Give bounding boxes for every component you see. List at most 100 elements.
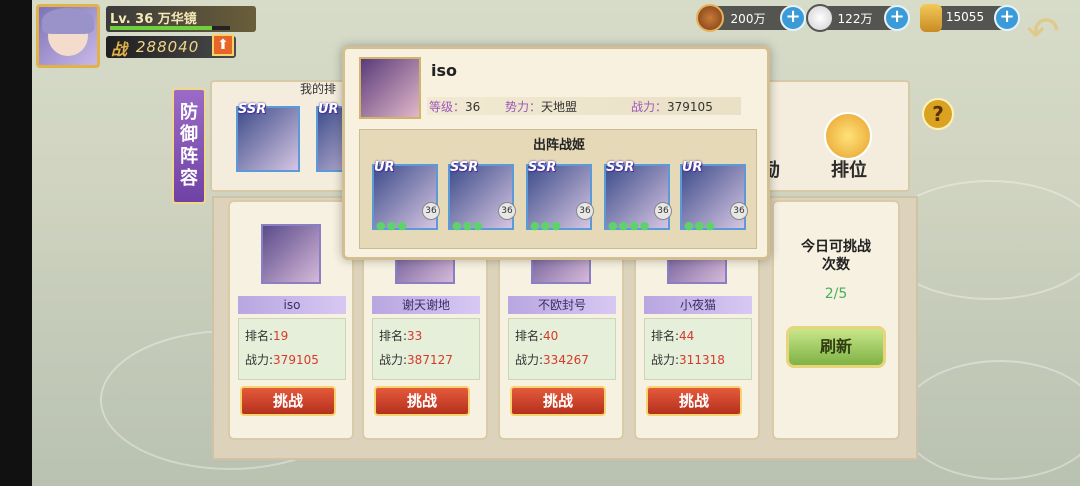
opponent-name: iso — [238, 296, 346, 314]
hero-level: 36 — [498, 202, 516, 220]
coin-icon — [696, 4, 724, 32]
currency-coin: 200万 + — [696, 4, 806, 32]
scroll-icon — [920, 4, 942, 32]
opponent-portrait[interactable] — [261, 224, 321, 284]
defense-lineup-char: 御 — [180, 124, 198, 145]
add-rice-button[interactable]: + — [884, 5, 910, 31]
currency-value: 15055 — [945, 10, 985, 24]
hero-card[interactable]: SSR 36 ●●●● — [604, 160, 672, 232]
power-row: 战力:379105 — [245, 351, 319, 368]
left-black-bar — [0, 0, 32, 486]
deployed-heroes-section: 出阵战姬 UR 36 ●●● SSR 36 ●●● SSR 36 ●●● SSR… — [359, 129, 757, 249]
popup-avatar — [359, 57, 421, 119]
opponent-card[interactable]: iso 排名:19 战力:379105 挑战 — [228, 200, 354, 440]
challenge-count: 2/5 — [824, 286, 848, 302]
power-row: 战力:334267 — [515, 351, 589, 368]
rarity-badge: SSR — [238, 102, 267, 117]
rank-label: 排名: — [515, 329, 544, 343]
challenge-button[interactable]: 挑战 — [510, 386, 606, 416]
hero-card[interactable]: UR 36 ●●● — [372, 160, 440, 232]
rank-row: 排名:19 — [245, 327, 288, 344]
power-up-arrow-icon[interactable]: ⬆ — [212, 34, 234, 56]
game-screen: Lv. 36 万华镜 战 288040 ⬆ 200万 + 122万 + 1505… — [0, 0, 1080, 486]
rarity-badge: SSR — [528, 160, 557, 175]
refresh-button[interactable]: 刷新 — [786, 326, 886, 368]
lineup-hero[interactable]: SSR — [236, 102, 300, 172]
opponent-name: 谢天谢地 — [372, 296, 480, 314]
hero-level: 36 — [576, 202, 594, 220]
opponent-stats: 排名:33 战力:387127 — [372, 318, 480, 380]
background-swirl — [900, 360, 1080, 480]
rank-value: 19 — [273, 329, 289, 343]
currency-scroll: 15055 + — [920, 4, 1020, 32]
rank-value: 33 — [407, 329, 423, 343]
defense-lineup-tab[interactable]: 防御阵容 — [172, 88, 206, 204]
rank-row: 排名:40 — [515, 327, 558, 344]
add-coin-button[interactable]: + — [780, 5, 806, 31]
rarity-badge: UR — [374, 160, 395, 175]
add-scroll-button[interactable]: + — [994, 5, 1020, 31]
player-profile[interactable]: Lv. 36 万华镜 战 288040 ⬆ — [36, 4, 266, 68]
power-label: 战力: — [515, 353, 544, 367]
exp-bar — [110, 26, 230, 30]
power-row: 战力:387127 — [379, 351, 453, 368]
popup-faction: 势力：天地盟 — [505, 98, 577, 115]
opponent-name: 不欧封号 — [508, 296, 616, 314]
scroll-rank-icon — [824, 112, 872, 160]
rarity-badge: UR — [318, 102, 339, 117]
rarity-badge: SSR — [606, 160, 635, 175]
defense-lineup-char: 容 — [180, 168, 198, 189]
power-value: 379105 — [667, 100, 713, 114]
hero-level: 36 — [654, 202, 672, 220]
power-label: 战力: — [651, 353, 680, 367]
popup-power: 战力：379105 — [631, 98, 713, 115]
hero-card[interactable]: SSR 36 ●●● — [448, 160, 516, 232]
rank-row: 排名:33 — [379, 327, 422, 344]
rank-label: 排名: — [245, 329, 274, 343]
currency-rice: 122万 + — [806, 4, 910, 32]
player-info-popup: iso 等级：36 势力：天地盟 战力：379105 出阵战姬 UR 36 ●●… — [342, 46, 770, 260]
popup-stats: 等级：36 势力：天地盟 战力：379105 — [427, 97, 741, 115]
rarity-badge: SSR — [450, 160, 479, 175]
opponent-stats: 排名:40 战力:334267 — [508, 318, 616, 380]
popup-player-name: iso — [431, 61, 457, 80]
hero-stars: ●●● — [376, 219, 408, 232]
defense-lineup-label: 防御阵容 — [174, 102, 204, 190]
challenge-button[interactable]: 挑战 — [240, 386, 336, 416]
rarity-badge: UR — [682, 160, 703, 175]
popup-level: 等级：36 — [429, 98, 480, 115]
defense-lineup-char: 防 — [180, 102, 198, 123]
challenge-button[interactable]: 挑战 — [646, 386, 742, 416]
power-value: 379105 — [273, 353, 319, 367]
defense-lineup-char: 阵 — [180, 146, 198, 167]
opponent-stats: 排名:44 战力:311318 — [644, 318, 752, 380]
hero-card[interactable]: UR 36 ●●● — [680, 160, 748, 232]
player-level: Lv. 36 万华镜 — [110, 12, 197, 27]
power-label: 战力: — [379, 353, 408, 367]
level-label: 等级： — [429, 100, 466, 114]
player-avatar[interactable] — [36, 4, 100, 68]
deployed-heroes-title: 出阵战姬 — [532, 138, 585, 153]
currency-value: 200万 — [730, 12, 766, 26]
ranking-label: 排位 — [831, 160, 867, 181]
hero-stars: ●●●● — [608, 219, 651, 232]
rank-value: 40 — [543, 329, 559, 343]
faction-label: 势力： — [505, 100, 542, 114]
hero-stars: ●●● — [530, 219, 562, 232]
currency-value: 122万 — [837, 12, 873, 26]
challenge-button[interactable]: 挑战 — [374, 386, 470, 416]
back-arrow-icon[interactable]: ↶ — [1020, 12, 1066, 52]
power-icon: 战 — [111, 40, 128, 59]
faction-value: 天地盟 — [541, 100, 578, 114]
power-value: 334267 — [543, 353, 589, 367]
level-box: Lv. 36 万华镜 — [106, 6, 256, 32]
hero-level: 36 — [730, 202, 748, 220]
opponent-name: 小夜猫 — [644, 296, 752, 314]
my-lineup-title: 我的排 — [300, 82, 337, 96]
hero-card[interactable]: SSR 36 ●●● — [526, 160, 594, 232]
hero-stars: ●●● — [684, 219, 716, 232]
challenge-info-title: 今日可挑战次数 — [801, 239, 871, 273]
level-value: 36 — [465, 100, 481, 114]
ranking-button[interactable]: 排位 — [818, 112, 880, 184]
help-button[interactable]: ? — [922, 98, 954, 130]
